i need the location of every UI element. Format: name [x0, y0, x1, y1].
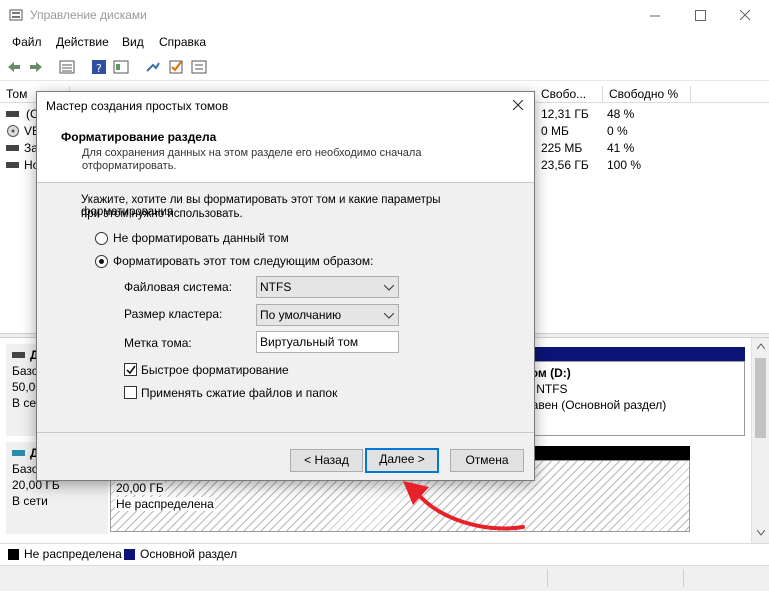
- legend-label-primary: Основной раздел: [140, 547, 238, 561]
- disk-type: Базо: [12, 364, 39, 378]
- disk-management-icon: [9, 9, 23, 21]
- maximize-icon: [694, 10, 706, 21]
- page-description-line2: отформатировать.: [82, 160, 177, 172]
- dialog-title: Мастер создания простых томов: [46, 99, 229, 113]
- menu-action[interactable]: Действие: [56, 35, 109, 49]
- no-format-label[interactable]: Не форматировать данный том: [113, 231, 289, 245]
- list-view-icon[interactable]: [58, 58, 76, 76]
- disk-icon: [12, 450, 25, 456]
- help-icon[interactable]: ?: [90, 58, 108, 76]
- scroll-up-icon[interactable]: [757, 343, 765, 349]
- forward-icon[interactable]: [27, 58, 45, 76]
- cancel-button[interactable]: Отмена: [450, 449, 524, 472]
- free-cell: 23,56 ГБ: [541, 158, 589, 172]
- free-pct-cell: 41 %: [607, 141, 635, 155]
- page-title: Форматирование раздела: [61, 130, 217, 144]
- checkmark-icon: [126, 365, 136, 375]
- window-title: Управление дисками: [30, 8, 147, 22]
- wizard-dialog: Мастер создания простых томов Форматиров…: [36, 91, 535, 481]
- wizard-header: Форматирование раздела Для сохранения да…: [37, 120, 534, 183]
- column-header-free-pct[interactable]: Свободно %: [603, 86, 691, 103]
- properties-icon[interactable]: [112, 58, 130, 76]
- volume-label-label: Метка тома:: [124, 336, 192, 350]
- file-system-label: Файловая система:: [124, 280, 233, 294]
- menu-bar: [0, 31, 769, 53]
- cluster-size-select[interactable]: По умолчанию: [256, 304, 399, 326]
- footer-divider: [37, 432, 534, 433]
- status-divider: [683, 569, 684, 587]
- back-button[interactable]: < Назад: [290, 449, 363, 472]
- file-system-value: NTFS: [260, 280, 292, 294]
- connect-icon[interactable]: [144, 58, 162, 76]
- free-pct-cell: 48 %: [607, 107, 635, 121]
- annotation-arrow-icon: [403, 481, 525, 531]
- legend-label-unallocated: Не распределена: [24, 547, 122, 561]
- compression-checkbox[interactable]: [124, 386, 137, 399]
- next-button[interactable]: Далее >: [365, 448, 439, 473]
- column-header-free[interactable]: Свобо...: [535, 86, 603, 103]
- format-label[interactable]: Форматировать этот том следующим образом…: [113, 254, 373, 268]
- disk-icon: [12, 352, 25, 358]
- check-icon[interactable]: [167, 58, 185, 76]
- chevron-down-icon: [384, 313, 394, 319]
- compression-label[interactable]: Применять сжатие файлов и папок: [141, 386, 337, 400]
- volume-icon: [6, 162, 19, 168]
- back-icon[interactable]: [5, 58, 23, 76]
- disk-status: В сети: [12, 494, 48, 508]
- cd-drive-icon: [7, 125, 19, 137]
- legend-swatch-primary: [124, 549, 135, 560]
- quick-format-checkbox[interactable]: [124, 363, 137, 376]
- volume-icon: [6, 145, 19, 151]
- disk-type: Базо: [12, 462, 39, 476]
- volume-box-d[interactable]: том (D:) Б NTFS равен (Основной раздел): [520, 361, 745, 436]
- partition-color-bar: [520, 347, 745, 361]
- status-divider: [547, 569, 548, 587]
- legend-swatch-unallocated: [8, 549, 19, 560]
- page-description-line1: Для сохранения данных на этом разделе ег…: [82, 147, 422, 159]
- menu-view[interactable]: Вид: [122, 35, 144, 49]
- status-bar: [0, 565, 769, 591]
- maximize-button[interactable]: [677, 0, 723, 31]
- cluster-size-value: По умолчанию: [260, 308, 342, 322]
- close-icon: [739, 10, 750, 21]
- free-cell: 12,31 ГБ: [541, 107, 589, 121]
- free-pct-cell: 0 %: [607, 124, 628, 138]
- menu-file[interactable]: Файл: [12, 35, 42, 49]
- format-radio[interactable]: [95, 255, 108, 268]
- minimize-button[interactable]: [632, 0, 678, 31]
- settings-icon[interactable]: [190, 58, 208, 76]
- free-cell: 0 МБ: [541, 124, 569, 138]
- menu-help[interactable]: Справка: [159, 35, 206, 49]
- quick-format-label[interactable]: Быстрое форматирование: [141, 363, 289, 377]
- volume-label-input[interactable]: Виртуальный том: [256, 331, 399, 353]
- file-system-select[interactable]: NTFS: [256, 276, 399, 298]
- volume-status: Не распределена: [115, 497, 215, 511]
- minimize-icon: [649, 15, 660, 17]
- dialog-title-bar: Мастер создания простых томов: [37, 92, 534, 120]
- intro-text-line2: при этом нужно использовать.: [81, 208, 243, 220]
- free-pct-cell: 100 %: [607, 158, 642, 172]
- volume-icon: [6, 111, 19, 117]
- scrollbar-thumb[interactable]: [755, 358, 766, 438]
- scroll-down-icon[interactable]: [757, 530, 765, 536]
- chevron-down-icon: [384, 285, 394, 291]
- volume-size: 20,00 ГБ: [115, 481, 165, 495]
- vertical-scrollbar[interactable]: [751, 338, 769, 543]
- no-format-radio[interactable]: [95, 232, 108, 245]
- free-cell: 225 МБ: [541, 141, 583, 155]
- dialog-close-icon[interactable]: [513, 100, 524, 111]
- close-button[interactable]: [722, 0, 768, 31]
- svg-text:?: ?: [96, 62, 102, 75]
- volume-status: равен (Основной раздел): [525, 398, 667, 412]
- cluster-size-label: Размер кластера:: [124, 307, 223, 321]
